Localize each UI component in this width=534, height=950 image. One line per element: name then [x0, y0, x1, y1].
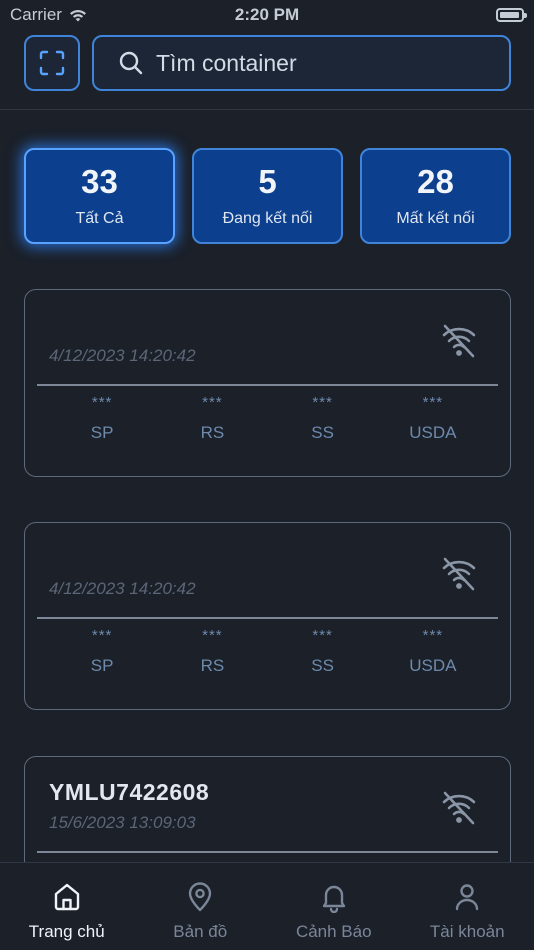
filter-disconnected-count: 28 — [417, 162, 454, 200]
map-pin-icon — [189, 882, 212, 912]
container-timestamp: 15/6/2023 13:09:03 — [49, 813, 196, 832]
home-icon — [54, 883, 79, 911]
wifi-off-icon — [442, 557, 476, 591]
card-divider — [37, 851, 498, 853]
filter-disconnected-button[interactable]: 28 Mất kết nối — [360, 148, 511, 244]
wifi-off-icon — [442, 324, 476, 358]
bottom-nav: Trang chủ Bản đồ Cảnh Báo Tài khoản — [0, 862, 534, 950]
metrics-row: *** SP *** RS *** SS *** USDA — [25, 627, 510, 676]
metric-label: SP — [90, 656, 114, 675]
metric-label: USDA — [409, 423, 457, 442]
carrier-group: Carrier — [10, 5, 88, 25]
carrier-label: Carrier — [10, 5, 62, 24]
battery-icon — [496, 8, 527, 22]
container-card[interactable]: 4/12/2023 14:20:42 *** SP *** RS *** SS … — [24, 522, 511, 710]
metric-label: RS — [200, 423, 225, 442]
nav-label-account: Tài khoản — [429, 922, 505, 941]
container-id: YMLU7422608 — [49, 779, 210, 805]
metrics-row: *** SP *** RS *** SS *** USDA — [25, 394, 510, 443]
metric-value: *** — [91, 627, 113, 644]
metric-value: *** — [312, 627, 333, 644]
metric-label: SS — [311, 423, 334, 442]
metric-usda: *** USDA — [378, 627, 488, 676]
nav-item-account[interactable]: Tài khoản — [401, 863, 534, 950]
search-icon — [119, 51, 143, 75]
nav-item-alerts[interactable]: Cảnh Báo — [267, 863, 401, 950]
container-timestamp: 4/12/2023 14:20:42 — [49, 346, 196, 365]
scan-button[interactable] — [24, 35, 80, 91]
metric-value: *** — [91, 394, 113, 411]
metric-sp: *** SP — [47, 394, 157, 443]
card-divider — [37, 617, 498, 619]
filter-connected-label: Đang kết nối — [222, 209, 313, 227]
bell-icon — [322, 885, 345, 913]
metric-label: USDA — [409, 656, 457, 675]
search-input[interactable]: Tìm container — [92, 35, 511, 91]
metric-value: *** — [312, 394, 333, 411]
metric-value: *** — [422, 627, 444, 644]
filter-all-count: 33 — [81, 162, 118, 200]
metric-value: *** — [202, 627, 223, 644]
filter-connected-button[interactable]: 5 Đang kết nối — [192, 148, 343, 244]
metric-rs: *** RS — [157, 627, 267, 676]
search-placeholder: Tìm container — [156, 49, 297, 76]
nav-item-home[interactable]: Trang chủ — [0, 863, 134, 950]
metric-value: *** — [422, 394, 444, 411]
metric-value: *** — [202, 394, 223, 411]
metric-usda: *** USDA — [378, 394, 488, 443]
metric-sp: *** SP — [47, 627, 157, 676]
top-bar: Tìm container — [0, 30, 534, 110]
status-filter-group: 33 Tất Cả 5 Đang kết nối 28 Mất kết nối — [24, 148, 511, 244]
filter-disconnected-label: Mất kết nối — [396, 209, 475, 227]
metric-label: RS — [200, 656, 225, 675]
container-card[interactable]: 4/12/2023 14:20:42 *** SP *** RS *** SS … — [24, 289, 511, 477]
nav-item-map[interactable]: Bản đồ — [134, 863, 268, 950]
metric-label: SS — [311, 656, 334, 675]
wifi-off-icon — [442, 791, 476, 825]
filter-connected-count: 5 — [258, 162, 277, 200]
metric-rs: *** RS — [157, 394, 267, 443]
status-bar: Carrier 2:20 PM — [0, 0, 534, 30]
metric-label: SP — [90, 423, 114, 442]
filter-all-button[interactable]: 33 Tất Cả — [24, 148, 175, 244]
metric-ss: *** SS — [268, 627, 378, 676]
card-divider — [37, 384, 498, 386]
metric-ss: *** SS — [268, 394, 378, 443]
nav-label-home: Trang chủ — [28, 922, 105, 941]
scan-icon — [39, 50, 65, 76]
filter-all-label: Tất Cả — [75, 209, 124, 227]
nav-label-map: Bản đồ — [173, 922, 228, 941]
nav-label-alerts: Cảnh Báo — [295, 922, 372, 941]
wifi-signal-icon — [69, 9, 86, 21]
user-icon — [456, 884, 479, 911]
container-timestamp: 4/12/2023 14:20:42 — [49, 579, 196, 598]
